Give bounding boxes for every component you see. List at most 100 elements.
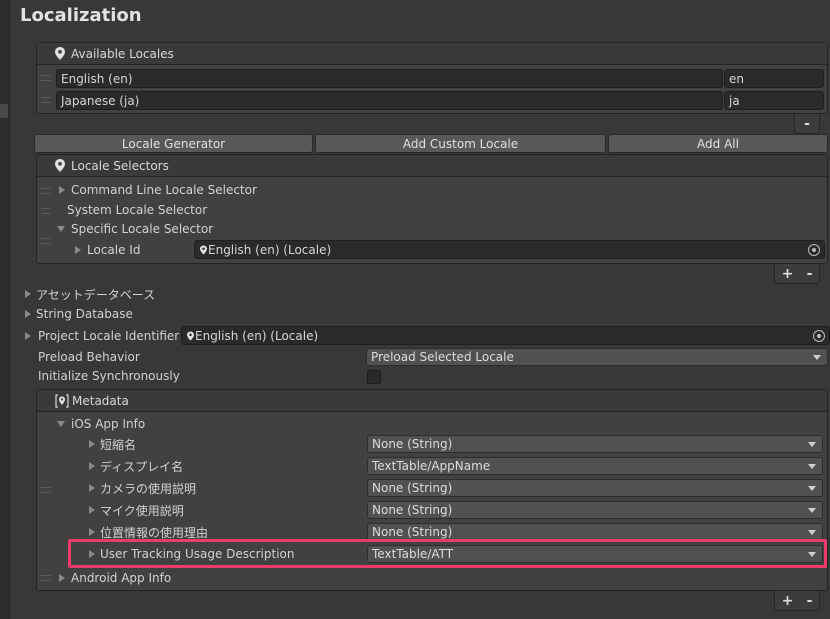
init-sync-label-row: Initialize Synchronously [38,366,180,386]
expand-arrow-icon[interactable] [59,186,65,194]
ios-row-dropdown[interactable]: None (String) [367,479,823,497]
locale-selectors-panel: Locale Selectors Command Line Locale Sel… [36,154,828,264]
ios-row-camera-usage: カメラの使用説明 [89,478,196,498]
remove-selector-button[interactable]: - [807,266,813,282]
add-selector-button[interactable]: + [782,266,794,282]
expand-arrow-icon[interactable] [59,574,65,582]
drag-handle[interactable] [41,238,51,244]
chevron-down-icon [808,486,816,491]
asset-database-foldout[interactable]: アセットデータベース [25,284,155,304]
drag-handle[interactable] [41,208,51,214]
expand-arrow-icon[interactable] [89,528,95,536]
init-sync-checkbox[interactable] [367,370,381,384]
locale-selectors-header: Locale Selectors [37,155,827,177]
add-metadata-button[interactable]: + [782,593,794,609]
left-strip-marker [0,104,8,118]
add-custom-locale-button[interactable]: Add Custom Locale [315,134,606,153]
locale-code-field-ja[interactable]: ja [724,91,824,110]
ios-row-dropdown[interactable]: None (String) [367,435,823,453]
locale-code-field-en[interactable]: en [724,69,824,88]
ios-app-info-foldout[interactable]: iOS App Info [57,414,145,434]
metadata-title: Metadata [72,393,129,408]
chevron-down-icon [808,442,816,447]
project-locale-row: Project Locale Identifier [25,326,179,346]
android-app-info-label: Android App Info [71,571,172,585]
expand-arrow-icon[interactable] [25,332,31,340]
metadata-list-footer: + - [774,591,820,611]
selector-item-system[interactable]: System Locale Selector [67,200,207,220]
project-locale-label: Project Locale Identifier [38,329,180,343]
project-locale-object-field[interactable]: English (en) (Locale) [181,326,830,345]
remove-metadata-button[interactable]: - [807,593,813,609]
android-app-info-foldout[interactable]: Android App Info [59,568,171,588]
locale-id-value: English (en) (Locale) [208,242,332,257]
ios-row-label: カメラの使用説明 [100,481,197,496]
ios-row-microphone-usage: マイク使用説明 [89,500,184,520]
locale-name-field-ja[interactable]: Japanese (ja) [56,91,723,110]
string-database-foldout[interactable]: String Database [25,304,133,324]
add-all-button[interactable]: Add All [608,134,828,153]
expand-arrow-icon[interactable] [89,506,95,514]
ios-row-label: マイク使用説明 [100,503,184,518]
ios-row-display-name: ディスプレイ名 [89,456,183,476]
drag-handle[interactable] [41,188,51,194]
ios-row-dropdown[interactable]: None (String) [367,501,823,519]
page-title: Localization [20,5,142,26]
metadata-header: Metadata [37,390,827,412]
remove-locale-button[interactable]: - [804,116,810,132]
locale-selectors-list-footer: + - [774,264,820,284]
ios-row-short-name: 短縮名 [89,434,136,454]
expand-arrow-icon[interactable] [89,440,95,448]
ios-row-value: TextTable/AppName [372,459,491,473]
location-pin-icon [55,159,65,172]
selector-item-command-line[interactable]: Command Line Locale Selector [59,180,257,200]
object-picker-icon[interactable] [813,330,825,342]
expand-arrow-icon[interactable] [89,462,95,470]
location-pin-icon [200,244,207,255]
expand-arrow-icon[interactable] [25,290,31,298]
selector-label: Specific Locale Selector [71,222,214,236]
drag-handle[interactable] [41,487,51,493]
available-locales-panel: Available Locales English (en) en Japane… [36,42,828,114]
collapse-arrow-icon[interactable] [57,226,65,232]
drag-handle[interactable] [41,97,51,103]
left-panel-strip [0,0,10,619]
preload-behavior-value: Preload Selected Locale [371,350,514,364]
chevron-down-icon [813,355,821,360]
object-picker-icon[interactable] [808,244,820,256]
locale-name-field-en[interactable]: English (en) [56,69,723,88]
ios-row-value: None (String) [372,503,453,517]
expand-arrow-icon[interactable] [75,246,81,254]
drag-handle[interactable] [41,75,51,81]
locale-id-label: Locale Id [87,243,141,257]
locale-selectors-title: Locale Selectors [71,158,169,173]
locale-id-object-field[interactable]: English (en) (Locale) [194,240,825,259]
expand-arrow-icon[interactable] [25,310,31,318]
selector-label: Command Line Locale Selector [71,183,257,197]
ios-row-label: ディスプレイ名 [100,459,184,474]
init-sync-label: Initialize Synchronously [38,369,180,383]
location-pin-icon [187,330,194,341]
preload-behavior-label: Preload Behavior [38,350,140,364]
ios-app-info-label: iOS App Info [71,417,146,431]
expand-arrow-icon[interactable] [89,484,95,492]
ios-row-value: None (String) [372,437,453,451]
collapse-arrow-icon[interactable] [57,421,65,427]
asset-database-label: アセットデータベース [36,287,156,302]
preload-behavior-dropdown[interactable]: Preload Selected Locale [366,348,828,366]
location-pin-icon [55,47,65,60]
drag-handle[interactable] [41,575,51,581]
available-locales-list-footer: - [794,114,820,134]
locale-generator-button[interactable]: Locale Generator [34,134,313,153]
metadata-tag-icon [55,393,69,408]
available-locales-header: Available Locales [37,43,827,65]
available-locales-title: Available Locales [71,46,174,61]
chevron-down-icon [808,508,816,513]
ios-row-value: None (String) [372,525,453,539]
locale-id-row: Locale Id [75,240,140,260]
ios-row-value: None (String) [372,481,453,495]
highlight-box [68,539,827,568]
ios-row-label: 短縮名 [100,437,137,452]
selector-item-specific[interactable]: Specific Locale Selector [57,219,213,239]
ios-row-dropdown[interactable]: TextTable/AppName [367,457,823,475]
